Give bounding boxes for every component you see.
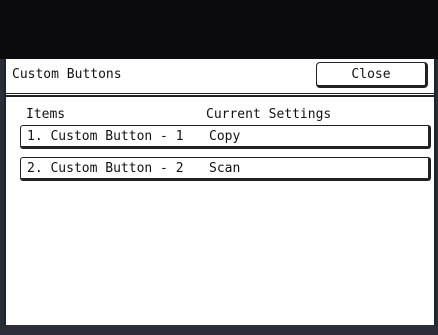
column-header-items: Items — [26, 107, 66, 122]
row-item-name: 2. Custom Button - 2 — [27, 161, 184, 176]
column-header-current-settings: Current Settings — [206, 107, 332, 122]
custom-button-1-row[interactable]: 1. Custom Button - 1 Copy — [20, 125, 431, 149]
panel-header: Custom Buttons Close — [6, 59, 434, 94]
header-divider — [6, 95, 434, 97]
custom-button-2-row[interactable]: 2. Custom Button - 2 Scan — [20, 157, 431, 181]
row-current-setting: Scan — [209, 161, 241, 176]
row-item-name: 1. Custom Button - 1 — [27, 129, 184, 144]
custom-buttons-panel: Custom Buttons Close Items Current Setti… — [4, 59, 436, 325]
top-status-bar — [0, 0, 438, 59]
row-current-setting: Copy — [209, 129, 241, 144]
page-title: Custom Buttons — [12, 67, 122, 82]
close-button[interactable]: Close — [316, 62, 428, 88]
